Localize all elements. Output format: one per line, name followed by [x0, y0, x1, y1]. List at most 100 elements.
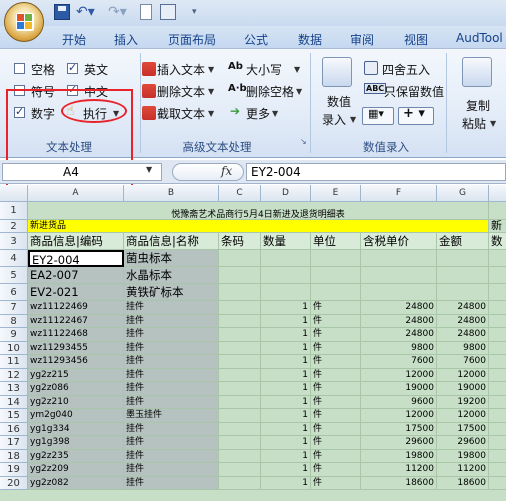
cell-d6[interactable]: [261, 284, 311, 301]
cell-g18[interactable]: 19800: [437, 449, 489, 463]
cell-a4[interactable]: EY2-004: [28, 250, 124, 267]
cell-b16[interactable]: 挂件: [124, 422, 219, 436]
redo-icon[interactable]: ↷▾: [108, 4, 127, 20]
cell-f10[interactable]: 9800: [361, 341, 437, 355]
round-button[interactable]: 四舍五入: [382, 61, 430, 78]
cell-h20[interactable]: [489, 477, 506, 490]
tab-home[interactable]: 开始: [62, 31, 86, 48]
column-header-d[interactable]: D: [261, 185, 311, 202]
row-header-1[interactable]: 1: [0, 202, 28, 220]
cell-b12[interactable]: 挂件: [124, 368, 219, 382]
cell-c18[interactable]: [219, 449, 261, 463]
cell-c16[interactable]: [219, 422, 261, 436]
office-button[interactable]: [4, 2, 44, 42]
cell-e16[interactable]: 件: [311, 422, 361, 436]
cell-f7[interactable]: 24800: [361, 301, 437, 315]
cell-g9[interactable]: 24800: [437, 328, 489, 342]
cell-a11[interactable]: wz11293456: [28, 355, 124, 369]
remove-space-button[interactable]: 删除空格: [246, 83, 294, 100]
insert-function-icon[interactable]: fx: [221, 164, 232, 178]
cell-h5[interactable]: [489, 267, 506, 284]
cell-h9[interactable]: [489, 328, 506, 342]
spreadsheet-grid[interactable]: A B C D E F G 1 2 3 4 5 6 7 8 9 10 11 12 13 14 15 16 17 18 19 20 悦豫…: [0, 185, 506, 501]
row-header-15[interactable]: 15: [0, 409, 28, 423]
cell-f19[interactable]: 11200: [361, 463, 437, 477]
cell-d14[interactable]: 1: [261, 395, 311, 409]
cell-c20[interactable]: [219, 476, 261, 490]
cell-g7[interactable]: 24800: [437, 301, 489, 315]
cell-f8[interactable]: 24800: [361, 314, 437, 328]
cell-b17[interactable]: 挂件: [124, 436, 219, 450]
cell-e7[interactable]: 件: [311, 301, 361, 315]
cell-f15[interactable]: 12000: [361, 409, 437, 423]
cell-b20[interactable]: 挂件: [124, 476, 219, 490]
row-header-19[interactable]: 19: [0, 463, 28, 477]
cell-b8[interactable]: 挂件: [124, 314, 219, 328]
cell-h8[interactable]: [489, 315, 506, 328]
cell-h10[interactable]: [489, 342, 506, 355]
cell-b14[interactable]: 挂件: [124, 395, 219, 409]
row-header-16[interactable]: 16: [0, 422, 28, 436]
cell-d5[interactable]: [261, 267, 311, 284]
cell-f11[interactable]: 7600: [361, 355, 437, 369]
cell-g19[interactable]: 11200: [437, 463, 489, 477]
cell-a13[interactable]: yg2z086: [28, 382, 124, 396]
cell-g15[interactable]: 12000: [437, 409, 489, 423]
row-header-11[interactable]: 11: [0, 355, 28, 369]
cell-d18[interactable]: 1: [261, 449, 311, 463]
cell-d15[interactable]: 1: [261, 409, 311, 423]
row-header-20[interactable]: 20: [0, 476, 28, 490]
cell-h15[interactable]: [489, 409, 506, 423]
cell-a17[interactable]: yg1g398: [28, 436, 124, 450]
cell-f12[interactable]: 12000: [361, 368, 437, 382]
cell-b11[interactable]: 挂件: [124, 355, 219, 369]
cell-b19[interactable]: 挂件: [124, 463, 219, 477]
row-header-9[interactable]: 9: [0, 328, 28, 342]
cell-d7[interactable]: 1: [261, 301, 311, 315]
row-header-13[interactable]: 13: [0, 382, 28, 396]
cell-d9[interactable]: 1: [261, 328, 311, 342]
row-header-7[interactable]: 7: [0, 301, 28, 315]
cell-a7[interactable]: wz11122469: [28, 301, 124, 315]
cell-c11[interactable]: [219, 355, 261, 369]
cell-d12[interactable]: 1: [261, 368, 311, 382]
extract-text-dropdown-icon[interactable]: ▼: [208, 109, 214, 118]
cell-a14[interactable]: yg2z210: [28, 395, 124, 409]
cell-h17[interactable]: [489, 436, 506, 450]
cell-b13[interactable]: 挂件: [124, 382, 219, 396]
cell-g4[interactable]: [437, 250, 489, 267]
paste-label[interactable]: 粘贴: [462, 115, 486, 132]
cell-a5[interactable]: EA2-007: [28, 267, 124, 284]
cell-c15[interactable]: [219, 409, 261, 423]
cell-g10[interactable]: 9800: [437, 341, 489, 355]
cell-g13[interactable]: 19000: [437, 382, 489, 396]
tab-page-layout[interactable]: 页面布局: [168, 31, 216, 48]
cell-a18[interactable]: yg2z235: [28, 449, 124, 463]
cell-e9[interactable]: 件: [311, 328, 361, 342]
cell-d20[interactable]: 1: [261, 476, 311, 490]
column-header-a[interactable]: A: [28, 185, 124, 202]
cell-d13[interactable]: 1: [261, 382, 311, 396]
cell-b6[interactable]: 黄铁矿标本: [124, 284, 219, 301]
row-header-10[interactable]: 10: [0, 341, 28, 355]
cell-c8[interactable]: [219, 314, 261, 328]
cell-h1[interactable]: [489, 202, 506, 220]
cell-c5[interactable]: [219, 267, 261, 284]
cell-e19[interactable]: 件: [311, 463, 361, 477]
cell-b4[interactable]: 菌虫标本: [124, 250, 219, 267]
cell-e20[interactable]: 件: [311, 476, 361, 490]
cell-h16[interactable]: [489, 423, 506, 436]
cell-g17[interactable]: 29600: [437, 436, 489, 450]
row-header-2[interactable]: 2: [0, 220, 28, 233]
cell-b7[interactable]: 挂件: [124, 301, 219, 315]
save-icon[interactable]: [54, 4, 70, 20]
cell-a19[interactable]: yg2z209: [28, 463, 124, 477]
cell-f4[interactable]: [361, 250, 437, 267]
cell-h7[interactable]: [489, 301, 506, 315]
cell-e12[interactable]: 件: [311, 368, 361, 382]
row-header-14[interactable]: 14: [0, 395, 28, 409]
cell-d10[interactable]: 1: [261, 341, 311, 355]
cell-d8[interactable]: 1: [261, 314, 311, 328]
cell-b10[interactable]: 挂件: [124, 341, 219, 355]
number-entry-dropdown-icon[interactable]: ▼: [350, 115, 356, 124]
